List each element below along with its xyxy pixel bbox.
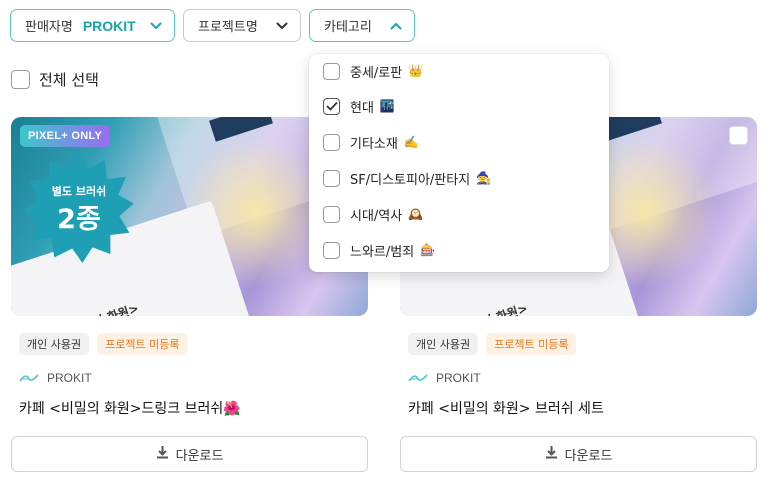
slot-machine-icon: 🎰 <box>420 243 436 257</box>
category-filter[interactable]: 카테고리 <box>309 9 415 42</box>
chevron-up-icon <box>390 22 402 30</box>
seller-name: PROKIT <box>436 370 481 385</box>
chevron-down-icon <box>150 22 162 30</box>
seller-info[interactable]: PROKIT <box>19 368 92 387</box>
license-tag: 개인 사용권 <box>408 333 479 355</box>
category-checkbox[interactable] <box>323 241 340 259</box>
category-option[interactable]: 기타소재 ✍️ <box>323 130 419 154</box>
license-tag: 개인 사용권 <box>19 333 90 355</box>
category-checkbox[interactable] <box>323 62 340 80</box>
category-option[interactable]: 시대/역사 🕰️ <box>323 202 423 226</box>
seller-filter[interactable]: 판매자명 PROKIT <box>10 9 175 42</box>
category-filter-label: 카테고리 <box>324 20 372 35</box>
prokit-logo-icon <box>408 368 428 387</box>
category-dropdown: 중세/로판 👑 현대 🌃 기타소재 ✍️ SF/디스토피아/판타지 🧙 시대/역… <box>309 54 609 272</box>
project-filter-label: 프로젝트명 <box>198 20 258 35</box>
writing-hand-icon: ✍️ <box>403 135 419 149</box>
category-option-label: 중세/로판 <box>350 65 403 81</box>
category-option-label: 현대 <box>350 100 374 116</box>
download-button[interactable]: 다운로드 <box>11 436 368 472</box>
category-checkbox[interactable] <box>323 169 340 187</box>
prokit-logo-icon <box>19 368 39 387</box>
pixel-only-badge: PIXEL+ ONLY <box>20 125 111 147</box>
chevron-down-icon <box>276 22 288 30</box>
status-tag: 프로젝트 미등록 <box>97 333 188 355</box>
seller-name: PROKIT <box>47 370 92 385</box>
category-option-label: 느와르/범죄 <box>350 244 415 260</box>
select-all[interactable]: 전체 선택 <box>11 69 99 90</box>
category-checkbox[interactable] <box>323 133 340 151</box>
category-option[interactable]: SF/디스토피아/판타지 🧙 <box>323 166 491 190</box>
category-option-label: 시대/역사 <box>350 208 403 224</box>
night-city-icon: 🌃 <box>379 99 395 113</box>
category-option-label: SF/디스토피아/판타지 <box>350 172 471 188</box>
category-option-label: 기타소재 <box>350 136 398 152</box>
category-checkbox[interactable] <box>323 97 340 115</box>
download-label: 다운로드 <box>564 448 613 464</box>
download-button[interactable]: 다운로드 <box>400 436 757 472</box>
project-filter[interactable]: 프로젝트명 <box>183 9 301 42</box>
category-option[interactable]: 중세/로판 👑 <box>323 59 423 83</box>
seller-filter-label: 판매자명 <box>25 20 73 35</box>
promo-count: 2종 <box>57 204 101 235</box>
clock-icon: 🕰️ <box>408 207 424 221</box>
status-tag: 프로젝트 미등록 <box>486 333 577 355</box>
select-all-checkbox[interactable] <box>11 70 30 89</box>
product-title-text: 카페 <비밀의 화원>드링크 브러쉬 <box>19 401 224 417</box>
checkmark-icon <box>325 101 338 111</box>
wizard-icon: 🧙 <box>476 171 492 185</box>
download-icon <box>545 445 565 463</box>
crown-icon: 👑 <box>408 64 424 78</box>
seller-filter-value: PROKIT <box>82 17 136 34</box>
seller-info[interactable]: PROKIT <box>408 368 481 387</box>
category-checkbox[interactable] <box>323 205 340 223</box>
category-option[interactable]: 느와르/범죄 🎰 <box>323 238 435 262</box>
download-label: 다운로드 <box>175 448 224 464</box>
download-icon <box>156 445 176 463</box>
category-option[interactable]: 현대 🌃 <box>323 94 395 118</box>
product-title[interactable]: 카페 <비밀의 화원>드링크 브러쉬🌺 <box>19 398 241 418</box>
card-select-checkbox[interactable] <box>729 126 748 145</box>
title-emoji: 🌺 <box>223 401 241 417</box>
select-all-label: 전체 선택 <box>39 71 99 89</box>
product-title[interactable]: 카페 <비밀의 화원> 브러쉬 세트 <box>408 398 604 418</box>
